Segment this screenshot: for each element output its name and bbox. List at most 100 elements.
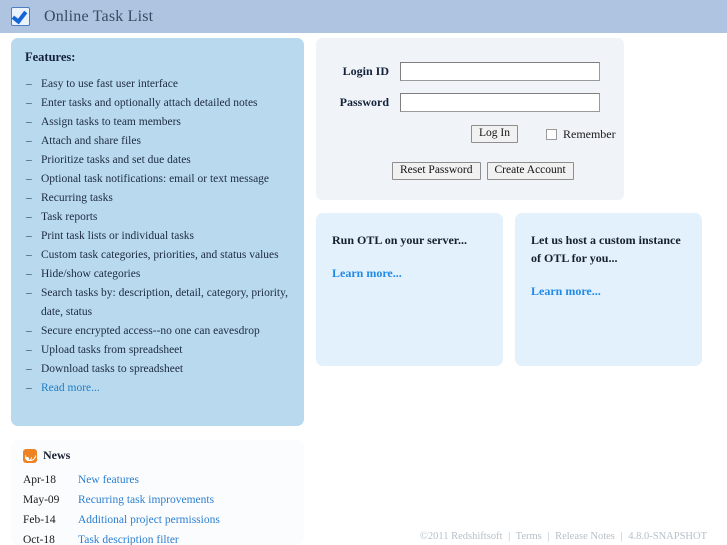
promo-card-hosted-instance: Let us host a custom instance of OTL for… bbox=[515, 213, 702, 366]
checkbox-check-icon bbox=[11, 7, 30, 26]
feature-text: Download tasks to spreadsheet bbox=[41, 363, 184, 375]
app-header: Online Task List bbox=[0, 0, 727, 33]
list-item: Oct-18 Task description filter bbox=[23, 530, 292, 545]
bullet-dash: – bbox=[26, 268, 32, 280]
footer-separator: | bbox=[547, 531, 550, 542]
news-panel: News Apr-18 New features May-09 Recurrin… bbox=[11, 440, 304, 545]
feature-text: Task reports bbox=[41, 211, 98, 223]
bullet-dash: – bbox=[26, 154, 32, 166]
secondary-actions-row: Reset Password Create Account bbox=[392, 162, 574, 180]
feature-text: Assign tasks to team members bbox=[41, 116, 181, 128]
bullet-dash: – bbox=[26, 211, 32, 223]
list-item: – Enter tasks and optionally attach detai… bbox=[25, 94, 290, 113]
list-item: – Assign tasks to team members bbox=[25, 113, 290, 132]
feature-text: Prioritize tasks and set due dates bbox=[41, 154, 191, 166]
news-link[interactable]: New features bbox=[78, 470, 139, 490]
bullet-dash: – bbox=[26, 325, 32, 337]
list-item: – Optional task notifications: email or t… bbox=[25, 170, 290, 189]
footer-copyright: ©2011 Redshiftsoft bbox=[419, 531, 503, 542]
footer: ©2011 Redshiftsoft | Terms | Release Not… bbox=[420, 531, 707, 542]
list-item: – Recurring tasks bbox=[25, 189, 290, 208]
bullet-dash: – bbox=[26, 97, 32, 109]
login-id-input[interactable] bbox=[400, 62, 600, 81]
news-link[interactable]: Task description filter bbox=[78, 530, 179, 545]
bullet-dash: – bbox=[26, 135, 32, 147]
news-link[interactable]: Recurring task improvements bbox=[78, 490, 214, 510]
list-item: – Secure encrypted access--no one can eav… bbox=[25, 322, 290, 341]
bullet-dash: – bbox=[26, 363, 32, 375]
bullet-dash: – bbox=[26, 249, 32, 261]
footer-separator: | bbox=[620, 531, 623, 542]
learn-more-link[interactable]: Learn more... bbox=[332, 266, 402, 281]
remember-group[interactable]: Remember bbox=[545, 126, 616, 142]
rss-feed-icon[interactable] bbox=[22, 447, 39, 463]
login-id-row: Login ID bbox=[316, 62, 600, 81]
reset-password-button[interactable]: Reset Password bbox=[392, 162, 481, 180]
list-item: – Read more... bbox=[25, 379, 290, 398]
learn-more-link[interactable]: Learn more... bbox=[531, 284, 601, 299]
check-glyph bbox=[11, 7, 28, 25]
feature-text: Print task lists or individual tasks bbox=[41, 230, 195, 242]
news-date: Feb-14 bbox=[23, 514, 56, 526]
feature-text: Upload tasks from spreadsheet bbox=[41, 344, 183, 356]
list-item: – Custom task categories, priorities, and… bbox=[25, 246, 290, 265]
news-heading: News bbox=[43, 448, 71, 462]
features-panel: Features: – Easy to use fast user interfa… bbox=[11, 38, 304, 426]
feature-text: Custom task categories, priorities, and … bbox=[41, 249, 279, 261]
list-item: – Attach and share files bbox=[25, 132, 290, 151]
page-root: Online Task List Features: – Easy to use … bbox=[0, 0, 727, 545]
list-item: – Download tasks to spreadsheet bbox=[25, 360, 290, 379]
footer-release-notes-link[interactable]: Release Notes bbox=[555, 531, 615, 542]
bullet-dash: – bbox=[26, 173, 32, 185]
login-actions-row: Log In Remember bbox=[316, 125, 616, 143]
password-row: Password bbox=[316, 93, 600, 112]
list-item: – Upload tasks from spreadsheet bbox=[25, 341, 290, 360]
list-item: – Easy to use fast user interface bbox=[25, 75, 290, 94]
login-panel: Login ID Password Log In Remember Reset … bbox=[316, 38, 624, 200]
feature-text: Hide/show categories bbox=[41, 268, 141, 280]
feature-text: Attach and share files bbox=[41, 135, 141, 147]
create-account-button[interactable]: Create Account bbox=[486, 162, 574, 180]
remember-label: Remember bbox=[562, 126, 616, 141]
news-link[interactable]: Additional project permissions bbox=[78, 510, 220, 530]
feature-text: Secure encrypted access--no one can eave… bbox=[41, 325, 260, 337]
feature-text: Easy to use fast user interface bbox=[41, 78, 178, 90]
promo-card-self-hosted: Run OTL on your server... Learn more... bbox=[316, 213, 503, 366]
rss-arc-outer bbox=[22, 447, 39, 463]
news-header: News bbox=[22, 447, 292, 463]
promo-heading: Let us host a custom instance of OTL for… bbox=[531, 233, 681, 265]
feature-text: Enter tasks and optionally attach detail… bbox=[41, 97, 258, 109]
promo-heading: Run OTL on your server... bbox=[332, 233, 468, 247]
feature-text: Search tasks by: description, detail, ca… bbox=[41, 287, 288, 318]
footer-separator: | bbox=[508, 531, 511, 542]
bullet-dash: – bbox=[26, 192, 32, 204]
footer-version: 4.8.0-SNAPSHOT bbox=[628, 531, 707, 542]
news-date: May-09 bbox=[23, 494, 60, 506]
password-label: Password bbox=[339, 95, 389, 109]
password-input[interactable] bbox=[400, 93, 600, 112]
list-item: – Prioritize tasks and set due dates bbox=[25, 151, 290, 170]
bullet-dash: – bbox=[26, 230, 32, 242]
bullet-dash: – bbox=[26, 116, 32, 128]
list-item: – Task reports bbox=[25, 208, 290, 227]
list-item: – Hide/show categories bbox=[25, 265, 290, 284]
bullet-dash: – bbox=[26, 344, 32, 356]
bullet-dash: – bbox=[26, 287, 32, 299]
news-date: Apr-18 bbox=[23, 474, 56, 486]
read-more-link[interactable]: Read more... bbox=[41, 382, 100, 394]
list-item: May-09 Recurring task improvements bbox=[23, 490, 292, 510]
features-list: – Easy to use fast user interface – Enter … bbox=[25, 75, 290, 398]
feature-text: Optional task notifications: email or te… bbox=[41, 173, 270, 185]
list-item: – Search tasks by: description, detail, c… bbox=[25, 284, 290, 322]
login-button[interactable]: Log In bbox=[471, 125, 518, 143]
list-item: Feb-14 Additional project permissions bbox=[23, 510, 292, 530]
bullet-dash: – bbox=[26, 382, 32, 394]
login-id-label: Login ID bbox=[342, 64, 389, 78]
bullet-dash: – bbox=[26, 78, 32, 90]
remember-checkbox[interactable] bbox=[545, 128, 557, 140]
features-heading: Features: bbox=[25, 50, 76, 64]
list-item: Apr-18 New features bbox=[23, 470, 292, 490]
app-title: Online Task List bbox=[44, 7, 154, 25]
list-item: – Print task lists or individual tasks bbox=[25, 227, 290, 246]
footer-terms-link[interactable]: Terms bbox=[516, 531, 542, 542]
